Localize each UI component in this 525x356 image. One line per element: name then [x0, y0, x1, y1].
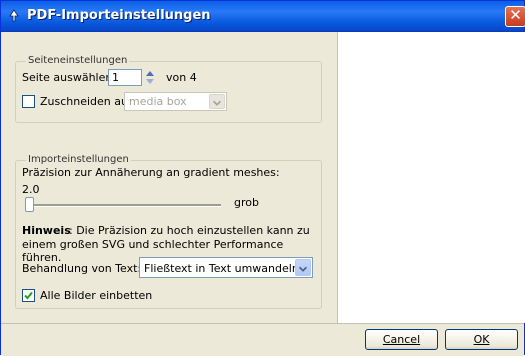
page-settings-group: Seiteneinstellungen Seite auswählen: 1 v…	[15, 55, 322, 123]
checkmark-icon	[24, 291, 33, 300]
button-bar: Cancel OK	[1, 323, 524, 356]
embed-images-checkbox[interactable]	[22, 289, 35, 302]
text-handling-select[interactable]: Fließtext in Text umwandeln	[139, 257, 313, 278]
crop-label: Zuschneiden auf:	[40, 95, 136, 108]
page-total: von 4	[166, 71, 197, 84]
page-spinbox[interactable]: 1	[108, 69, 142, 86]
chevron-down-icon	[298, 266, 308, 272]
close-icon: ✕	[509, 6, 522, 24]
precision-label: Präzision zur Annäherung an gradient mes…	[22, 166, 280, 179]
crop-select-value: media box	[129, 95, 187, 108]
dialog-window: PDF-Importeinstellungen ✕ Seiteneinstell…	[0, 0, 525, 356]
cancel-label: Cancel	[382, 333, 421, 346]
page-value: 1	[112, 71, 119, 84]
precision-slider-thumb[interactable]	[25, 197, 34, 212]
ok-button[interactable]: OK	[445, 329, 518, 350]
close-button[interactable]: ✕	[505, 6, 525, 27]
window-title: PDF-Importeinstellungen	[27, 8, 211, 23]
inkscape-icon	[9, 9, 19, 22]
crop-checkbox[interactable]	[22, 95, 35, 108]
select-page-label: Seite auswählen:	[22, 71, 117, 84]
chevron-down-icon	[212, 100, 222, 106]
text-handling-value: Fließtext in Text umwandeln	[144, 262, 299, 275]
settings-panel: Seiteneinstellungen Seite auswählen: 1 v…	[15, 32, 335, 323]
page-settings-legend: Seiteneinstellungen	[26, 55, 130, 66]
hint-line1: : Die Präzision zu hoch einzustellen kan…	[69, 224, 310, 237]
crop-select[interactable]: media box	[124, 92, 227, 111]
embed-images-label: Alle Bilder einbetten	[40, 289, 153, 302]
text-handling-dropdown-button[interactable]	[295, 259, 311, 276]
ok-label: OK	[473, 333, 490, 346]
import-settings-group: Importeinstellungen Präzision zur Annähe…	[15, 154, 322, 309]
spin-arrows-icon[interactable]	[143, 69, 157, 86]
precision-value: 2.0	[22, 183, 40, 196]
text-handling-label: Behandlung von Text:	[22, 262, 142, 275]
preview-pane	[337, 32, 525, 323]
title-bar[interactable]: PDF-Importeinstellungen ✕	[1, 1, 525, 32]
hint-bold: Hinweis	[22, 224, 71, 237]
precision-slider-track[interactable]	[25, 204, 221, 207]
cancel-button[interactable]: Cancel	[365, 329, 438, 350]
coarse-label: grob	[234, 196, 259, 209]
import-settings-legend: Importeinstellungen	[26, 154, 131, 165]
crop-dropdown-button[interactable]	[209, 94, 225, 109]
